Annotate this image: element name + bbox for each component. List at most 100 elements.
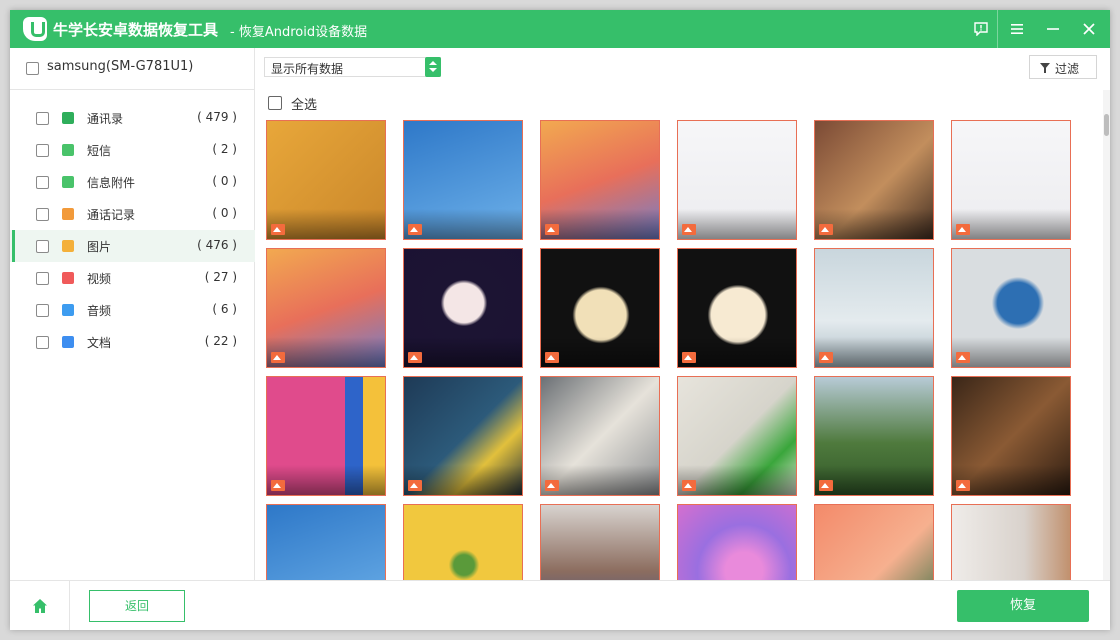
thumb-coral-plant[interactable] — [814, 504, 934, 580]
close-icon — [1083, 23, 1095, 35]
sidebar-item-7[interactable]: 文档 ( 22 ) — [10, 326, 255, 358]
thumb-coffee-smile[interactable] — [677, 248, 797, 368]
thumb-wooden-figure[interactable] — [951, 504, 1071, 580]
image-type-icon — [819, 352, 833, 363]
category-checkbox[interactable] — [36, 208, 49, 221]
category-count: ( 22 ) — [204, 334, 237, 348]
thumb-ios-homescreen-2[interactable] — [266, 248, 386, 368]
select-all-checkbox[interactable] — [268, 96, 282, 110]
app-window: 牛学长安卓数据恢复工具 - 恢复Android设备数据 samsung(SM-G… — [10, 10, 1110, 630]
call-log-icon — [62, 208, 74, 220]
category-label: 音频 — [87, 304, 112, 318]
category-count: ( 2 ) — [212, 142, 237, 156]
category-label: 视频 — [87, 272, 112, 286]
message-icon — [62, 144, 74, 156]
image-type-icon — [545, 480, 559, 491]
menu-icon — [1011, 24, 1023, 34]
category-count: ( 0 ) — [212, 206, 237, 220]
thumb-writing-notebook[interactable] — [540, 376, 660, 496]
home-button[interactable] — [10, 581, 70, 630]
image-type-icon — [682, 224, 696, 235]
thumb-alpacas[interactable] — [814, 120, 934, 240]
thumb-giraffe-blue[interactable] — [403, 120, 523, 240]
category-label: 通话记录 — [87, 208, 136, 222]
grid-scrollbar[interactable] — [1103, 90, 1110, 580]
category-count: ( 0 ) — [212, 174, 237, 188]
document-icon — [62, 336, 74, 348]
data-filter-value: 显示所有数据 — [271, 62, 344, 76]
device-name: samsung(SM-G781U1) — [47, 59, 194, 74]
minimize-button[interactable] — [1035, 10, 1071, 48]
thumb-hiker-valley[interactable] — [814, 376, 934, 496]
recover-button[interactable]: 恢复 — [957, 590, 1089, 622]
feedback-button[interactable] — [963, 10, 999, 48]
category-checkbox[interactable] — [36, 176, 49, 189]
thumb-green-drink[interactable] — [677, 376, 797, 496]
thumb-basketball-court[interactable] — [540, 504, 660, 580]
thumb-desk-imac[interactable] — [814, 248, 934, 368]
sidebar-item-4[interactable]: 图片 ( 476 ) — [10, 230, 255, 262]
sidebar-item-6[interactable]: 音频 ( 6 ) — [10, 294, 255, 326]
category-checkbox[interactable] — [36, 112, 49, 125]
footer-bar: 返回 恢复 — [10, 580, 1110, 630]
sidebar-item-2[interactable]: 信息附件 ( 0 ) — [10, 166, 255, 198]
app-title: 牛学长安卓数据恢复工具 — [53, 21, 219, 39]
thumb-banana-costumes[interactable] — [403, 376, 523, 496]
category-checkbox[interactable] — [36, 304, 49, 317]
sidebar-item-3[interactable]: 通话记录 ( 0 ) — [10, 198, 255, 230]
audio-icon — [62, 304, 74, 316]
thumbnail-image — [678, 505, 796, 580]
sidebar-item-0[interactable]: 通讯录 ( 479 ) — [10, 102, 255, 134]
video-icon — [62, 272, 74, 284]
attachment-icon — [62, 176, 74, 188]
image-type-icon — [408, 352, 422, 363]
category-count: ( 476 ) — [197, 238, 237, 252]
thumbnail-image — [815, 505, 933, 580]
home-icon — [33, 599, 47, 613]
category-label: 文档 — [87, 336, 112, 350]
category-checkbox[interactable] — [36, 240, 49, 253]
thumb-blue-cloth[interactable] — [951, 248, 1071, 368]
filter-button[interactable]: 过滤 — [1029, 55, 1097, 79]
thumb-ios-homescreen[interactable] — [540, 120, 660, 240]
image-type-icon — [682, 480, 696, 491]
thumb-coffee-laptop[interactable] — [403, 248, 523, 368]
category-checkbox[interactable] — [36, 336, 49, 349]
thumbnail-image — [541, 505, 659, 580]
thumb-dog-yellow[interactable] — [266, 120, 386, 240]
thumb-giraffe-blue-2[interactable] — [266, 504, 386, 580]
image-type-icon — [271, 480, 285, 491]
data-filter-select[interactable]: 显示所有数据 — [264, 57, 441, 77]
sidebar-item-5[interactable]: 视频 ( 27 ) — [10, 262, 255, 294]
category-count: ( 479 ) — [197, 110, 237, 124]
menu-button[interactable] — [999, 10, 1035, 48]
category-count: ( 6 ) — [212, 302, 237, 316]
device-checkbox[interactable] — [26, 62, 39, 75]
thumbnail-image — [267, 505, 385, 580]
contacts-icon — [62, 112, 74, 124]
thumb-salad-yellow[interactable] — [403, 504, 523, 580]
filter-funnel-icon — [1040, 63, 1050, 73]
thumbnail-image — [404, 505, 522, 580]
category-checkbox[interactable] — [36, 144, 49, 157]
thumb-guitar[interactable] — [951, 376, 1071, 496]
select-arrows-icon — [425, 57, 441, 77]
sidebar-item-1[interactable]: 短信 ( 2 ) — [10, 134, 255, 166]
thumb-purple-bubbles[interactable] — [677, 504, 797, 580]
thumbnail-image — [952, 505, 1070, 580]
thumb-notas-2[interactable] — [951, 120, 1071, 240]
app-subtitle: - 恢复Android设备数据 — [230, 25, 368, 40]
filter-button-label: 过滤 — [1055, 62, 1080, 76]
category-label: 通讯录 — [87, 112, 124, 126]
back-button[interactable]: 返回 — [89, 590, 185, 622]
image-type-icon — [545, 352, 559, 363]
scrollbar-thumb[interactable] — [1104, 114, 1109, 136]
close-button[interactable] — [1071, 10, 1107, 48]
image-type-icon — [819, 480, 833, 491]
category-checkbox[interactable] — [36, 272, 49, 285]
thumb-coffee-dizzy[interactable] — [540, 248, 660, 368]
thumb-notas-1[interactable] — [677, 120, 797, 240]
image-type-icon — [956, 224, 970, 235]
image-type-icon — [819, 224, 833, 235]
thumb-pink-yellow[interactable] — [266, 376, 386, 496]
